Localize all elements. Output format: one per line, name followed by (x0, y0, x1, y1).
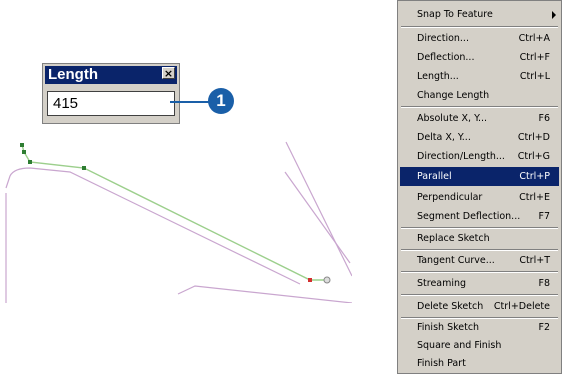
menu-item-shortcut: Ctrl+G (517, 151, 550, 162)
menu-item-change-length[interactable]: Change Length (400, 86, 559, 105)
menu-item-label: Snap To Feature (417, 9, 493, 20)
menu-item-label: Streaming (417, 278, 467, 289)
menu-item-label: Delta X, Y... (417, 132, 471, 143)
menu-item-finish-sketch[interactable]: Finish Sketch F2 (400, 318, 559, 337)
menu-separator (401, 26, 558, 28)
length-input[interactable]: 415 (47, 91, 175, 116)
callout-number-badge: 1 (208, 88, 234, 114)
menu-item-label: Tangent Curve... (417, 255, 495, 266)
menu-item-shortcut: F2 (538, 322, 550, 333)
menu-item-label: Finish Part (417, 358, 466, 369)
menu-item-perpendicular[interactable]: Perpendicular Ctrl+E (400, 188, 559, 207)
sketch-vertex (28, 160, 32, 164)
menu-item-shortcut: Ctrl+A (518, 33, 550, 44)
menu-item-absolute-xy[interactable]: Absolute X, Y... F6 (400, 109, 559, 128)
menu-item-label: Parallel (417, 171, 452, 182)
menu-item-shortcut: F7 (538, 211, 550, 222)
menu-item-shortcut: Ctrl+E (519, 192, 550, 203)
menu-item-finish-part[interactable]: Finish Part (400, 354, 559, 373)
menu-item-shortcut: F8 (538, 278, 550, 289)
menu-item-shortcut: Ctrl+T (519, 255, 550, 266)
length-dialog-title: Length (45, 66, 177, 84)
menu-item-label: Length... (417, 71, 459, 82)
menu-item-square-and-finish[interactable]: Square and Finish (400, 336, 559, 355)
feature-bottom-line (177, 285, 352, 303)
menu-item-label: Direction/Length... (417, 151, 505, 162)
menu-item-shortcut: Ctrl+P (519, 171, 550, 182)
menu-item-snap-to-feature[interactable]: Snap To Feature (400, 5, 559, 24)
menu-item-delta-xy[interactable]: Delta X, Y... Ctrl+D (400, 128, 559, 147)
menu-item-label: Perpendicular (417, 192, 483, 203)
length-dialog: Length × 415 (42, 63, 180, 124)
sketch-vertex (82, 166, 86, 170)
menu-item-label: Replace Sketch (417, 233, 490, 244)
feature-diagonal-line-2 (284, 171, 351, 264)
menu-item-deflection[interactable]: Deflection... Ctrl+F (400, 48, 559, 67)
menu-item-shortcut: Ctrl+L (519, 71, 550, 82)
context-menu: Snap To Feature Direction... Ctrl+A Defl… (397, 0, 562, 374)
sketch-cursor-point (323, 276, 331, 284)
menu-item-streaming[interactable]: Streaming F8 (400, 274, 559, 293)
sketch-last-vertex (308, 278, 312, 282)
close-icon[interactable]: × (162, 67, 175, 79)
menu-item-replace-sketch[interactable]: Replace Sketch (400, 229, 559, 248)
menu-item-direction-length[interactable]: Direction/Length... Ctrl+G (400, 147, 559, 166)
menu-item-label: Segment Deflection... (417, 211, 521, 222)
sketch-line (21, 144, 326, 281)
map-view[interactable] (0, 128, 352, 303)
menu-item-segment-deflection[interactable]: Segment Deflection... F7 (400, 207, 559, 226)
menu-item-tangent-curve[interactable]: Tangent Curve... Ctrl+T (400, 251, 559, 270)
submenu-arrow-icon (552, 11, 556, 19)
menu-separator (401, 106, 558, 108)
menu-item-shortcut: Ctrl+Delete (493, 301, 550, 312)
menu-item-direction[interactable]: Direction... Ctrl+A (400, 29, 559, 48)
menu-item-label: Delete Sketch (417, 301, 484, 312)
menu-item-delete-sketch[interactable]: Delete Sketch Ctrl+Delete (400, 297, 559, 316)
menu-item-label: Absolute X, Y... (417, 113, 488, 124)
menu-item-label: Direction... (417, 33, 469, 44)
menu-item-label: Square and Finish (417, 340, 502, 351)
menu-item-label: Change Length (417, 90, 490, 101)
menu-item-label: Finish Sketch (417, 322, 480, 333)
menu-separator (401, 294, 558, 296)
menu-item-shortcut: Ctrl+D (517, 132, 550, 143)
feature-outline-upper (5, 167, 301, 285)
sketch-vertex (20, 143, 24, 147)
menu-item-shortcut: F6 (538, 113, 550, 124)
menu-item-label: Deflection... (417, 52, 475, 63)
menu-item-shortcut: Ctrl+F (519, 52, 550, 63)
menu-item-length[interactable]: Length... Ctrl+L (400, 67, 559, 86)
menu-separator (401, 271, 558, 273)
sketch-vertex (22, 150, 26, 154)
feature-diagonal-line-1 (285, 141, 352, 277)
menu-item-parallel[interactable]: Parallel Ctrl+P (400, 167, 559, 186)
